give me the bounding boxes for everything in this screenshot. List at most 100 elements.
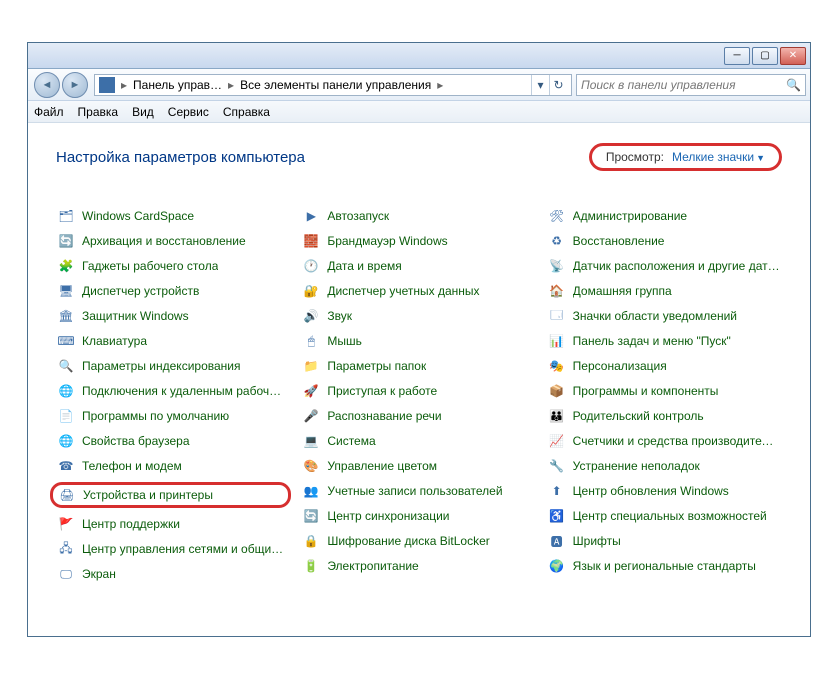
item-windows-cardspace[interactable]: 🗂Windows CardSpace <box>56 207 291 225</box>
defender-icon: 🏛 <box>58 308 74 324</box>
cardspace-icon: 🗂 <box>58 208 74 224</box>
folder-icon: 📁 <box>303 358 319 374</box>
item-phone-modem[interactable]: ☎Телефон и модем <box>56 457 291 475</box>
item-folder-options[interactable]: 📁Параметры папок <box>301 357 536 375</box>
default-programs-icon: 📄 <box>58 408 74 424</box>
item-mouse[interactable]: 🖱Мышь <box>301 332 536 350</box>
menu-file[interactable]: Файл <box>34 105 64 119</box>
item-fonts[interactable]: 🅰Шрифты <box>547 532 782 550</box>
item-backup[interactable]: 🔄Архивация и восстановление <box>56 232 291 250</box>
item-windows-update[interactable]: ⬆Центр обновления Windows <box>547 482 782 500</box>
internet-icon: 🌐 <box>58 433 74 449</box>
troubleshoot-icon: 🔧 <box>549 458 565 474</box>
item-sound[interactable]: 🔊Звук <box>301 307 536 325</box>
item-internet-options[interactable]: 🌐Свойства браузера <box>56 432 291 450</box>
recovery-icon: ♻ <box>549 233 565 249</box>
menu-bar: Файл Правка Вид Сервис Справка <box>28 101 810 123</box>
control-panel-window: ─ ▢ ✕ ◄ ► ▸ Панель управ… ▸ Все элементы… <box>0 0 838 679</box>
network-icon: 🖧 <box>58 541 74 557</box>
menu-help[interactable]: Справка <box>223 105 270 119</box>
item-devices-printers[interactable]: 🖨Устройства и принтеры <box>50 482 291 508</box>
breadcrumb-seg1[interactable]: Панель управ… <box>129 78 226 92</box>
minimize-button[interactable]: ─ <box>724 47 750 65</box>
item-device-manager[interactable]: 🖥Диспетчер устройств <box>56 282 291 300</box>
column-1: 🗂Windows CardSpace 🔄Архивация и восстано… <box>56 207 291 583</box>
display-icon: 🖵 <box>58 566 74 582</box>
item-network-center[interactable]: 🖧Центр управления сетями и общи… <box>56 540 291 558</box>
autoplay-icon: ▶ <box>303 208 319 224</box>
item-parental[interactable]: 👪Родительский контроль <box>547 407 782 425</box>
item-recovery[interactable]: ♻Восстановление <box>547 232 782 250</box>
item-ease-of-access[interactable]: ♿Центр специальных возможностей <box>547 507 782 525</box>
item-system[interactable]: 💻Система <box>301 432 536 450</box>
vault-icon: 🔐 <box>303 283 319 299</box>
page-title: Настройка параметров компьютера <box>56 149 305 166</box>
programs-icon: 📦 <box>549 383 565 399</box>
fonts-icon: 🅰 <box>549 533 565 549</box>
item-keyboard[interactable]: ⌨Клавиатура <box>56 332 291 350</box>
address-bar[interactable]: ▸ Панель управ… ▸ Все элементы панели уп… <box>94 74 572 96</box>
search-icon[interactable]: 🔍 <box>786 78 801 92</box>
item-taskbar[interactable]: 📊Панель задач и меню "Пуск" <box>547 332 782 350</box>
start-icon: 🚀 <box>303 383 319 399</box>
forward-button[interactable]: ► <box>62 72 88 98</box>
phone-icon: ☎ <box>58 458 74 474</box>
close-button[interactable]: ✕ <box>780 47 806 65</box>
item-power[interactable]: 🔋Электропитание <box>301 557 536 575</box>
maximize-button[interactable]: ▢ <box>752 47 778 65</box>
power-icon: 🔋 <box>303 558 319 574</box>
breadcrumb-seg2[interactable]: Все элементы панели управления <box>236 78 435 92</box>
item-programs[interactable]: 📦Программы и компоненты <box>547 382 782 400</box>
search-box[interactable]: Поиск в панели управления 🔍 <box>576 74 806 96</box>
system-icon: 💻 <box>303 433 319 449</box>
search-placeholder: Поиск в панели управления <box>581 78 736 92</box>
keyboard-icon: ⌨ <box>58 333 74 349</box>
sensor-icon: 📡 <box>549 258 565 274</box>
item-autoplay[interactable]: ▶Автозапуск <box>301 207 536 225</box>
menu-tools[interactable]: Сервис <box>168 105 209 119</box>
users-icon: 👥 <box>303 483 319 499</box>
update-icon: ⬆ <box>549 483 565 499</box>
admin-icon: 🛠 <box>549 208 565 224</box>
item-personalization[interactable]: 🎭Персонализация <box>547 357 782 375</box>
item-action-center[interactable]: 🚩Центр поддержки <box>56 515 291 533</box>
item-tray-icons[interactable]: 🗔Значки области уведомлений <box>547 307 782 325</box>
breadcrumb-separator: ▸ <box>226 78 236 92</box>
item-performance[interactable]: 📈Счетчики и средства производител… <box>547 432 782 450</box>
item-sensors[interactable]: 📡Датчик расположения и другие дат… <box>547 257 782 275</box>
item-color-mgmt[interactable]: 🎨Управление цветом <box>301 457 536 475</box>
item-default-programs[interactable]: 📄Программы по умолчанию <box>56 407 291 425</box>
item-admin-tools[interactable]: 🛠Администрирование <box>547 207 782 225</box>
region-icon: 🌍 <box>549 558 565 574</box>
view-dropdown[interactable]: Мелкие значки▼ <box>672 150 765 164</box>
addr-dropdown[interactable]: ▾ <box>531 74 549 96</box>
indexing-icon: 🔍 <box>58 358 74 374</box>
item-gadgets[interactable]: 🧩Гаджеты рабочего стола <box>56 257 291 275</box>
performance-icon: 📈 <box>549 433 565 449</box>
item-credential-manager[interactable]: 🔐Диспетчер учетных данных <box>301 282 536 300</box>
firewall-icon: 🧱 <box>303 233 319 249</box>
flag-icon: 🚩 <box>58 516 74 532</box>
content-area: Настройка параметров компьютера Просмотр… <box>28 125 810 636</box>
homegroup-icon: 🏠 <box>549 283 565 299</box>
item-defender[interactable]: 🏛Защитник Windows <box>56 307 291 325</box>
item-datetime[interactable]: 🕐Дата и время <box>301 257 536 275</box>
item-display[interactable]: 🖵Экран <box>56 565 291 583</box>
item-firewall[interactable]: 🧱Брандмауэр Windows <box>301 232 536 250</box>
item-remote[interactable]: 🌐Подключения к удаленным рабоч… <box>56 382 291 400</box>
item-indexing[interactable]: 🔍Параметры индексирования <box>56 357 291 375</box>
navigation-bar: ◄ ► ▸ Панель управ… ▸ Все элементы панел… <box>28 69 810 101</box>
item-getting-started[interactable]: 🚀Приступая к работе <box>301 382 536 400</box>
menu-view[interactable]: Вид <box>132 105 154 119</box>
refresh-button[interactable]: ↻ <box>549 74 567 96</box>
item-sync-center[interactable]: 🔄Центр синхронизации <box>301 507 536 525</box>
item-region[interactable]: 🌍Язык и региональные стандарты <box>547 557 782 575</box>
item-user-accounts[interactable]: 👥Учетные записи пользователей <box>301 482 536 500</box>
item-troubleshoot[interactable]: 🔧Устранение неполадок <box>547 457 782 475</box>
item-homegroup[interactable]: 🏠Домашняя группа <box>547 282 782 300</box>
device-manager-icon: 🖥 <box>58 283 74 299</box>
menu-edit[interactable]: Правка <box>78 105 119 119</box>
item-bitlocker[interactable]: 🔒Шифрование диска BitLocker <box>301 532 536 550</box>
item-speech[interactable]: 🎤Распознавание речи <box>301 407 536 425</box>
back-button[interactable]: ◄ <box>34 72 60 98</box>
